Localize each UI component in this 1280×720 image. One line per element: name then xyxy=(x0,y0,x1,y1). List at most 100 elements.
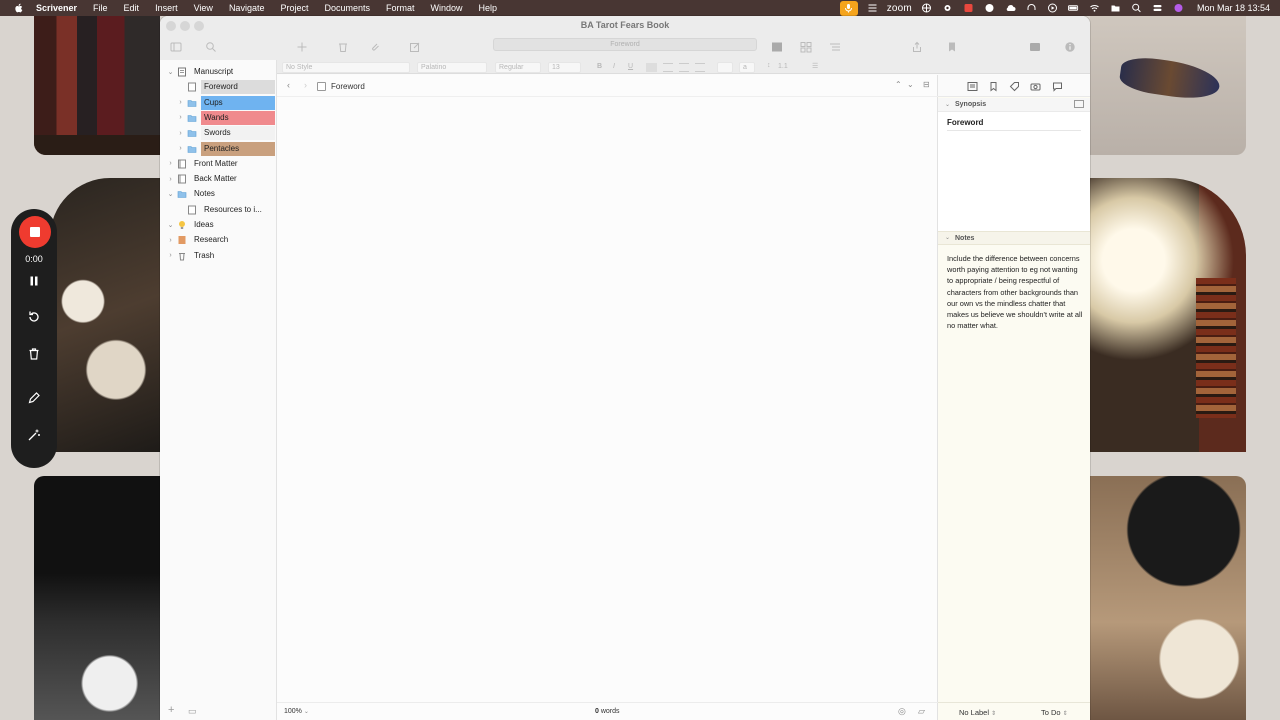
font-family-select[interactable]: Palatino xyxy=(417,62,487,73)
align-left-icon[interactable] xyxy=(646,63,657,72)
comment-toggle-icon[interactable]: ▱ xyxy=(918,706,925,717)
cloud-icon[interactable] xyxy=(1005,3,1017,13)
bold-button[interactable]: B xyxy=(597,63,602,70)
menu-view[interactable]: View xyxy=(194,3,213,13)
forward-arrow-icon[interactable]: › xyxy=(304,80,307,90)
justify-icon[interactable] xyxy=(695,63,705,72)
binder-item[interactable]: › Cups xyxy=(166,95,275,110)
italic-button[interactable]: I xyxy=(613,63,615,70)
binder-item[interactable]: › Front Matter xyxy=(166,157,275,171)
folder-status-icon[interactable] xyxy=(1110,3,1122,13)
add-item-icon[interactable]: + xyxy=(168,704,174,716)
editor-document-title[interactable]: Foreword xyxy=(331,82,365,91)
notes-tab-icon[interactable] xyxy=(966,80,978,92)
play-circle-icon[interactable] xyxy=(1047,3,1059,13)
bookmarks-tab-icon[interactable] xyxy=(987,80,999,92)
disclosure-collapsed-icon[interactable]: › xyxy=(176,99,185,106)
line-spacing-value[interactable]: 1.1 xyxy=(778,63,788,70)
stop-recording-button[interactable] xyxy=(19,216,51,248)
menu-file[interactable]: File xyxy=(93,3,108,13)
magic-wand-icon[interactable] xyxy=(26,427,42,443)
trash-icon[interactable] xyxy=(26,346,42,362)
search-icon[interactable] xyxy=(204,40,218,54)
binder-item[interactable]: › Wands xyxy=(166,110,275,125)
single-view-icon[interactable] xyxy=(770,40,784,54)
binder-item[interactable]: › Back Matter xyxy=(166,172,275,186)
binder-item[interactable]: ⌄ Notes xyxy=(166,187,275,201)
synopsis-chevron-icon[interactable]: ⌄ xyxy=(945,101,950,108)
compose-icon[interactable] xyxy=(408,40,422,54)
previous-document-icon[interactable]: ⌃ xyxy=(895,80,902,89)
split-editor-icon[interactable]: ⊟ xyxy=(923,80,930,89)
sidebar-toggle-icon[interactable] xyxy=(169,40,183,54)
disclosure-expanded-icon[interactable]: ⌄ xyxy=(166,68,175,76)
pen-icon[interactable] xyxy=(26,390,42,406)
list-icon[interactable] xyxy=(867,3,879,13)
line-spacing-icon[interactable]: ↕ xyxy=(767,62,771,69)
add-folder-icon[interactable]: ▭ xyxy=(188,706,197,717)
comments-tab-icon[interactable] xyxy=(1051,80,1063,92)
align-right-icon[interactable] xyxy=(679,63,689,72)
disclosure-collapsed-icon[interactable]: › xyxy=(166,160,175,167)
text-color-select[interactable]: a xyxy=(739,62,755,73)
wifi-icon[interactable] xyxy=(1089,3,1101,13)
quick-reference-icon[interactable] xyxy=(1028,40,1042,54)
menu-help[interactable]: Help xyxy=(479,3,498,13)
menu-documents[interactable]: Documents xyxy=(324,3,370,13)
document-path-field[interactable]: Foreword xyxy=(493,38,757,51)
disclosure-collapsed-icon[interactable]: › xyxy=(176,130,185,137)
editor-text-area[interactable] xyxy=(277,98,938,701)
synopsis-header[interactable]: Synopsis xyxy=(938,98,1090,112)
menu-insert[interactable]: Insert xyxy=(155,3,178,13)
font-weight-select[interactable]: Regular xyxy=(495,62,541,73)
disclosure-collapsed-icon[interactable]: › xyxy=(166,252,175,259)
binder-item[interactable]: ⌄ Manuscript xyxy=(166,65,275,79)
binder-item[interactable]: › Swords xyxy=(166,126,275,141)
disclosure-collapsed-icon[interactable]: › xyxy=(166,176,175,183)
menu-format[interactable]: Format xyxy=(386,3,415,13)
font-size-select[interactable]: 13 xyxy=(548,62,581,73)
next-document-icon[interactable]: ⌄ xyxy=(907,80,914,89)
binder-item[interactable]: ⌄ Ideas xyxy=(166,218,275,232)
battery-icon[interactable] xyxy=(1068,3,1080,13)
binder-item[interactable]: › Trash xyxy=(166,249,275,263)
pause-icon[interactable] xyxy=(26,273,42,289)
apple-menu-icon[interactable] xyxy=(13,3,25,14)
disclosure-expanded-icon[interactable]: ⌄ xyxy=(166,221,175,229)
zoom-status-label[interactable]: zoom xyxy=(887,3,912,14)
status-select[interactable]: To Do ⇕ xyxy=(1041,708,1068,717)
binder-item[interactable]: Resources to i... xyxy=(166,203,275,217)
notes-text[interactable]: Include the difference between concerns … xyxy=(947,253,1085,331)
menu-project[interactable]: Project xyxy=(280,3,308,13)
zoom-select[interactable]: 100% ⌄ xyxy=(284,708,309,715)
binder-item[interactable]: › Pentacles xyxy=(166,141,275,156)
disclosure-collapsed-icon[interactable]: › xyxy=(166,237,175,244)
menu-app-name[interactable]: Scrivener xyxy=(36,3,77,13)
restart-icon[interactable] xyxy=(26,309,42,325)
back-arrow-icon[interactable]: ‹ xyxy=(287,80,290,90)
notes-header[interactable]: Notes xyxy=(938,231,1090,245)
menu-navigate[interactable]: Navigate xyxy=(229,3,265,13)
disclosure-collapsed-icon[interactable]: › xyxy=(176,145,185,152)
bookmark-icon[interactable] xyxy=(945,40,959,54)
highlight-color-select[interactable] xyxy=(717,62,733,73)
binder-item[interactable]: Foreword xyxy=(166,80,275,95)
metadata-tab-icon[interactable] xyxy=(1008,80,1020,92)
synopsis-image-icon[interactable] xyxy=(1074,100,1084,108)
attachment-icon[interactable] xyxy=(368,40,382,54)
align-center-icon[interactable] xyxy=(663,63,673,72)
disclosure-expanded-icon[interactable]: ⌄ xyxy=(166,190,175,198)
search-icon[interactable] xyxy=(1131,3,1143,13)
microphone-icon[interactable] xyxy=(839,0,858,16)
headphones-icon[interactable] xyxy=(1026,3,1038,13)
synopsis-title[interactable]: Foreword xyxy=(947,118,983,127)
gear-icon[interactable] xyxy=(942,3,954,13)
paragraph-style-select[interactable]: No Style xyxy=(282,62,410,73)
notes-chevron-icon[interactable]: ⌄ xyxy=(945,234,950,241)
corkboard-view-icon[interactable] xyxy=(799,40,813,54)
list-style-icon[interactable]: ☰ xyxy=(812,62,818,70)
disclosure-collapsed-icon[interactable]: › xyxy=(176,114,185,121)
outline-view-icon[interactable] xyxy=(828,40,842,54)
binder-item[interactable]: › Research xyxy=(166,233,275,247)
grammarly-icon[interactable] xyxy=(984,3,996,13)
